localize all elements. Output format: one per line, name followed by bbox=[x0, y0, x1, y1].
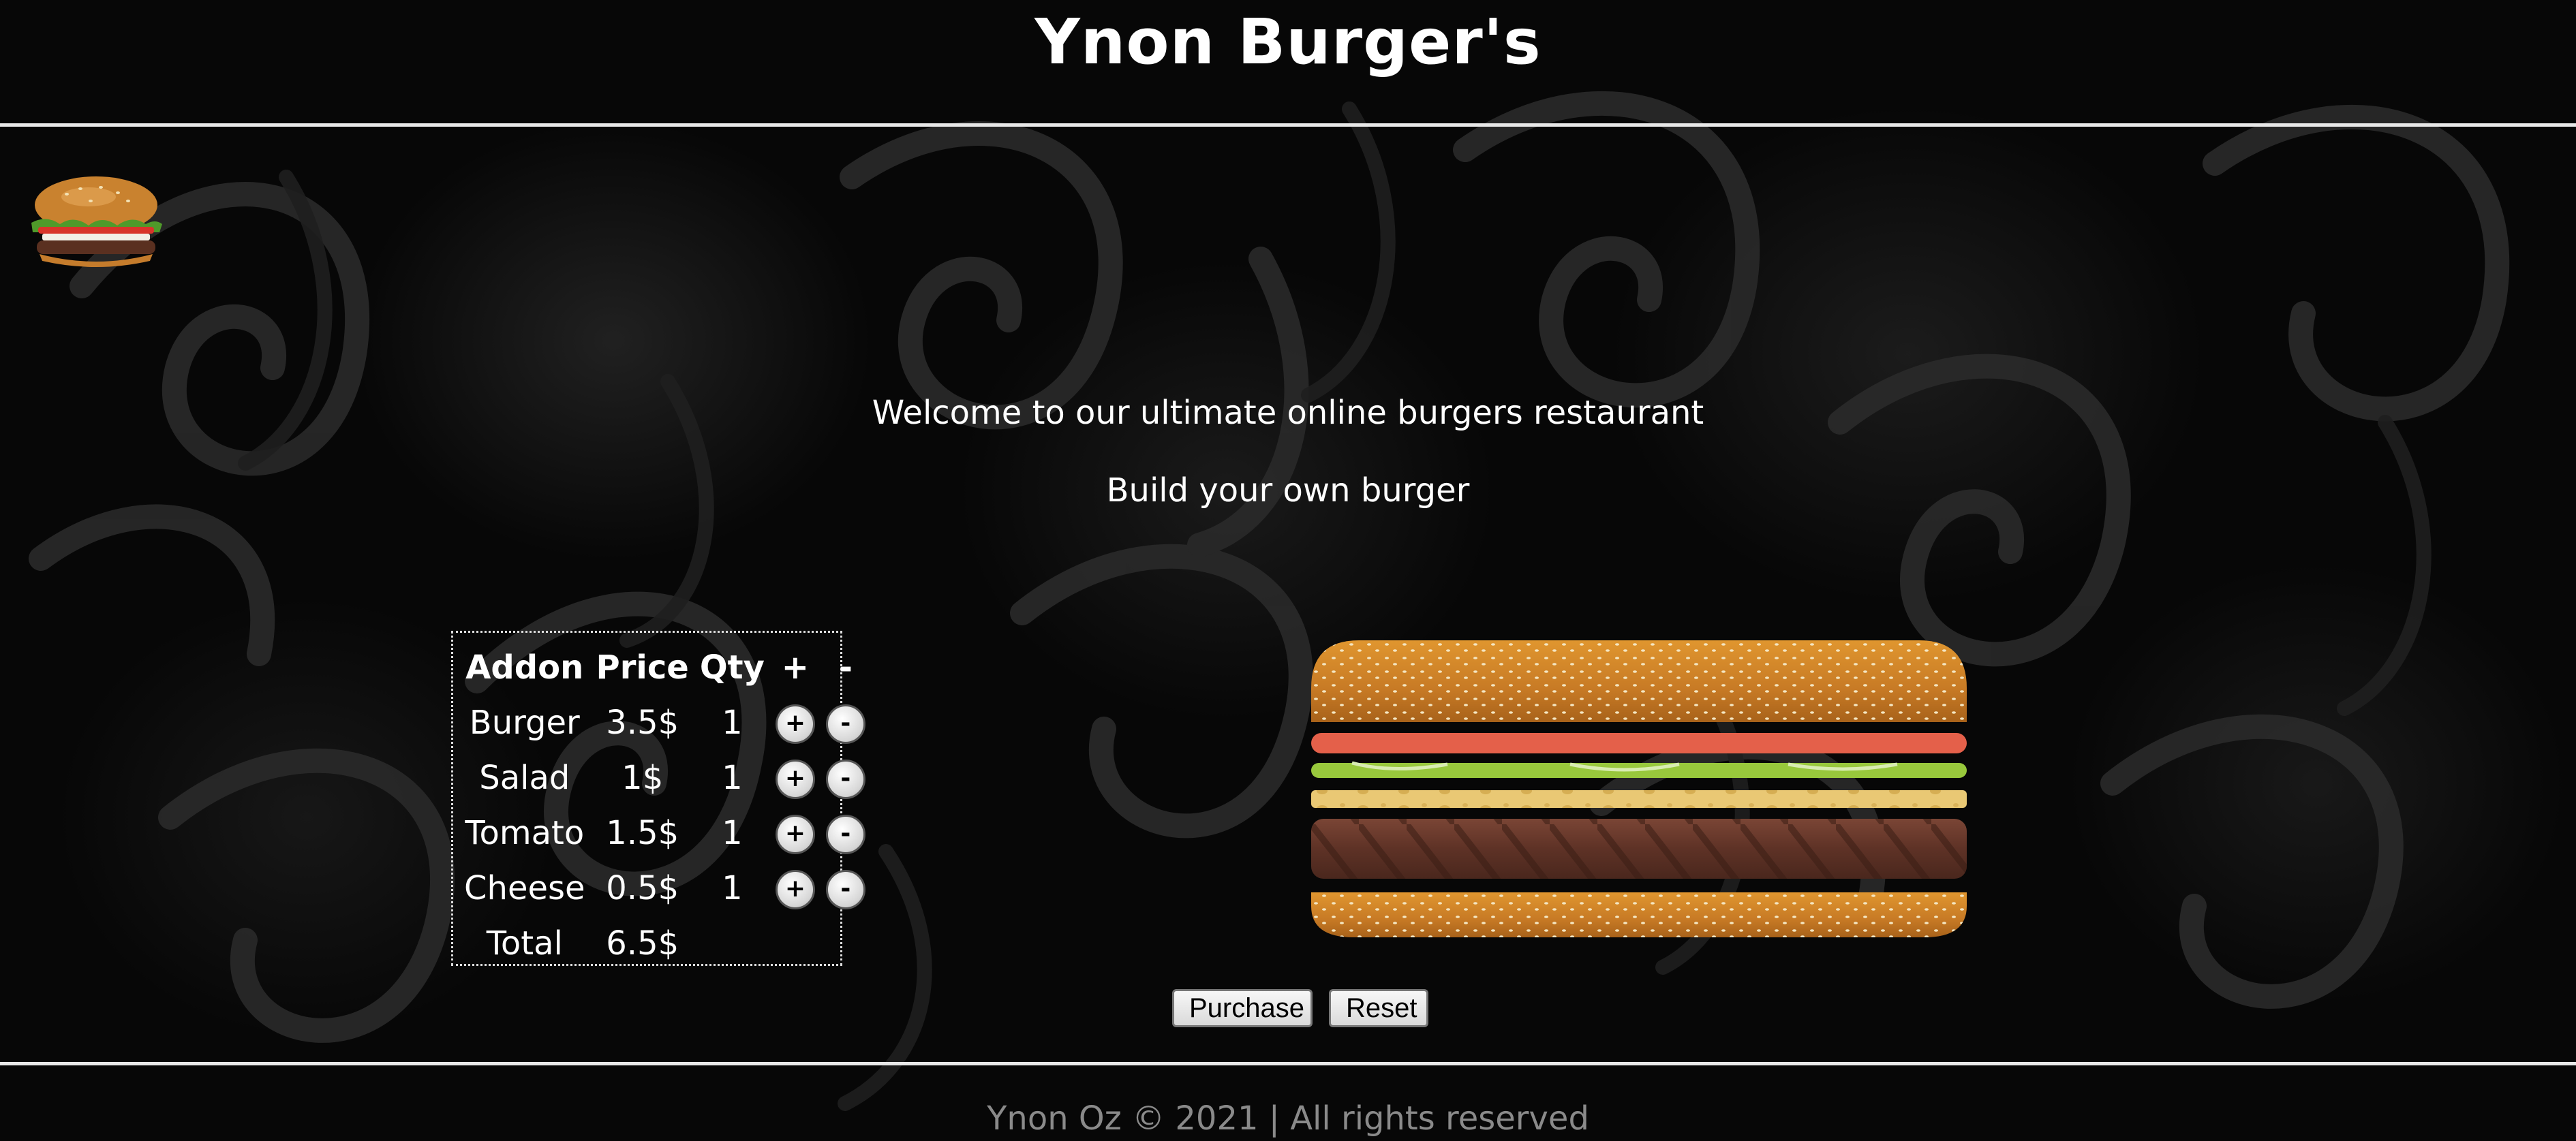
total-label: Total bbox=[486, 924, 563, 963]
add-salad-button[interactable]: + bbox=[775, 760, 815, 799]
addon-name: Cheese bbox=[464, 869, 585, 907]
background-pattern bbox=[29, 91, 2510, 1111]
burger-logo-icon bbox=[31, 176, 162, 267]
addon-qty: 1 bbox=[722, 869, 743, 907]
addon-name: Burger bbox=[469, 703, 580, 742]
table-row-total: Total 6.5$ bbox=[459, 916, 871, 971]
addon-price: 0.5$ bbox=[606, 869, 679, 907]
remove-burger-button[interactable]: - bbox=[825, 704, 865, 744]
site-title: Ynon Burger's bbox=[1034, 5, 1542, 78]
column-header-minus: - bbox=[838, 648, 853, 687]
column-header-price: Price bbox=[596, 648, 689, 687]
addon-qty: 1 bbox=[722, 703, 743, 742]
welcome-text: Welcome to our ultimate online burgers r… bbox=[872, 394, 1704, 432]
add-burger-button[interactable]: + bbox=[775, 704, 815, 744]
column-header-plus: + bbox=[781, 648, 810, 687]
addon-name: Salad bbox=[479, 758, 570, 797]
bottom-bun bbox=[1311, 892, 1967, 937]
footer-text: Ynon Oz © 2021 | All rights reserved bbox=[987, 1099, 1589, 1138]
top-bun bbox=[1311, 640, 1967, 722]
salad-layer bbox=[1311, 761, 1967, 778]
tomato-layer bbox=[1311, 733, 1967, 753]
table-header-row: Addon Price Qty + - bbox=[459, 640, 871, 695]
remove-salad-button[interactable]: - bbox=[825, 760, 865, 799]
table-row-cheese: Cheese 0.5$ 1 + - bbox=[459, 860, 871, 916]
column-header-addon: Addon bbox=[465, 648, 584, 687]
table-row-tomato: Tomato 1.5$ 1 + - bbox=[459, 805, 871, 860]
footer-divider bbox=[0, 1062, 2576, 1065]
build-subtitle: Build your own burger bbox=[1106, 471, 1470, 510]
addon-name: Tomato bbox=[465, 813, 585, 852]
addon-price: 1.5$ bbox=[606, 813, 679, 852]
addon-qty: 1 bbox=[722, 813, 743, 852]
header-divider bbox=[0, 123, 2576, 127]
cheese-layer bbox=[1311, 790, 1967, 808]
patty-layer bbox=[1311, 819, 1967, 879]
table-row-burger: Burger 3.5$ 1 + - bbox=[459, 695, 871, 750]
page: Ynon Burger's Welcome to our ultimate on… bbox=[0, 0, 2576, 1141]
add-tomato-button[interactable]: + bbox=[775, 815, 815, 854]
total-value: 6.5$ bbox=[606, 924, 679, 963]
purchase-button[interactable]: Purchase bbox=[1172, 989, 1313, 1027]
remove-cheese-button[interactable]: - bbox=[825, 870, 865, 909]
addon-price: 3.5$ bbox=[606, 703, 679, 742]
burger-preview bbox=[1311, 640, 1967, 937]
remove-tomato-button[interactable]: - bbox=[825, 815, 865, 854]
reset-button[interactable]: Reset bbox=[1329, 989, 1428, 1027]
column-header-qty: Qty bbox=[699, 648, 765, 687]
addon-price: 1$ bbox=[622, 758, 664, 797]
add-cheese-button[interactable]: + bbox=[775, 870, 815, 909]
table-row-salad: Salad 1$ 1 + - bbox=[459, 750, 871, 805]
addon-qty: 1 bbox=[722, 758, 743, 797]
order-table: Addon Price Qty + - Burger 3.5$ 1 + - Sa… bbox=[451, 631, 865, 966]
